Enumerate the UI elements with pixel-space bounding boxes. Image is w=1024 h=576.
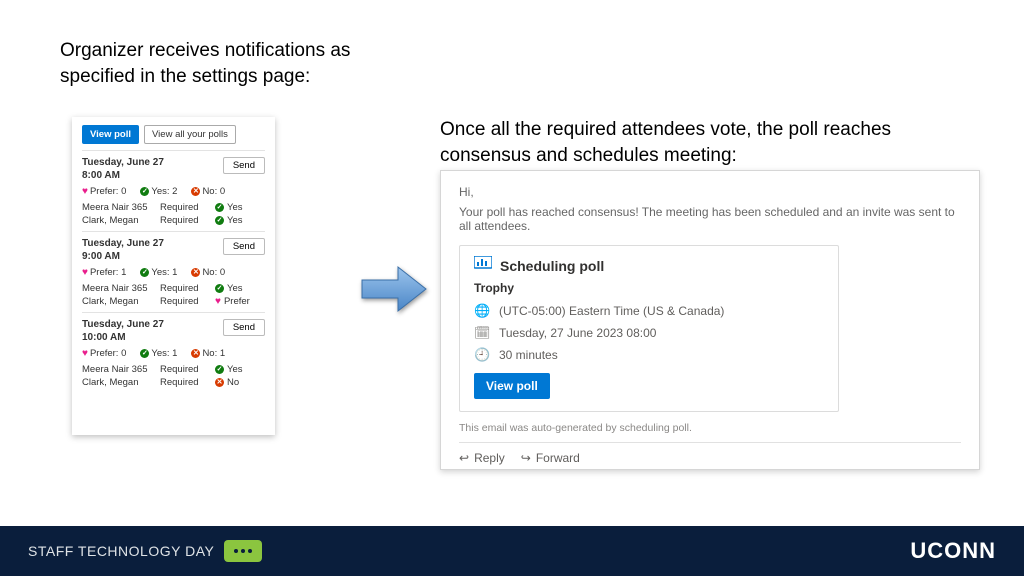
slot-datetime: Tuesday, June 278:00 AM [82,157,164,182]
brand-logo: UCONN [910,538,996,564]
attendee-row: Meera Nair 365Required✓ Yes [82,364,265,375]
view-poll-button[interactable]: View poll [82,125,139,144]
auto-generated-note: This email was auto-generated by schedul… [459,422,961,434]
notifications-panel: View poll View all your polls Tuesday, J… [72,117,275,435]
slot-datetime: Tuesday, June 279:00 AM [82,238,164,263]
slide-heading-1: Organizer receives notifications as spec… [60,38,400,89]
slide-footer: STAFF TECHNOLOGY DAY UCONN [0,526,1024,576]
poll-timezone: (UTC-05:00) Eastern Time (US & Canada) [499,304,724,318]
poll-card: Scheduling poll Trophy 🌐 (UTC-05:00) East… [459,245,839,412]
time-slot: Tuesday, June 2710:00 AM Send ♥Prefer: 0✓Y… [82,312,265,393]
vote-counts: ♥Prefer: 0✓Yes: 2✕No: 0 [82,186,265,197]
globe-icon: 🌐 [474,303,489,319]
poll-card-title: Scheduling poll [500,258,604,274]
attendee-row: Meera Nair 365Required✓ Yes [82,283,265,294]
arrow-icon [360,265,430,318]
email-message: Your poll has reached consensus! The mee… [459,205,961,233]
chat-bubble-icon [224,540,262,562]
forward-link[interactable]: ↪Forward [521,451,580,465]
clock-icon: 🕘 [474,347,489,363]
send-button[interactable]: Send [223,157,265,174]
email-greeting: Hi, [459,185,961,199]
poll-subject: Trophy [474,281,824,295]
time-slot: Tuesday, June 278:00 AM Send ♥Prefer: 0✓Ye… [82,150,265,231]
reply-link[interactable]: ↩Reply [459,451,505,465]
send-button[interactable]: Send [223,238,265,255]
attendee-row: Clark, MeganRequired✕ No [82,377,265,388]
poll-icon [474,256,492,275]
send-button[interactable]: Send [223,319,265,336]
poll-duration: 30 minutes [499,348,558,362]
reply-icon: ↩ [459,451,469,465]
time-slot: Tuesday, June 279:00 AM Send ♥Prefer: 1✓Ye… [82,231,265,312]
view-poll-button-card[interactable]: View poll [474,373,550,399]
slide-heading-2: Once all the required attendees vote, th… [440,117,970,168]
poll-datetime: Tuesday, 27 June 2023 08:00 [499,326,656,340]
calendar-icon: 🗓 [474,325,489,341]
vote-counts: ♥Prefer: 1✓Yes: 1✕No: 0 [82,267,265,278]
divider [459,442,961,443]
attendee-row: Meera Nair 365Required✓ Yes [82,202,265,213]
slot-datetime: Tuesday, June 2710:00 AM [82,319,164,344]
attendee-row: Clark, MeganRequired♥ Prefer [82,296,265,307]
footer-title: STAFF TECHNOLOGY DAY [28,543,214,559]
attendee-row: Clark, MeganRequired✓ Yes [82,215,265,226]
vote-counts: ♥Prefer: 0✓Yes: 1✕No: 1 [82,348,265,359]
view-all-polls-button[interactable]: View all your polls [144,125,236,144]
forward-icon: ↪ [521,451,531,465]
consensus-email-panel: Hi, Your poll has reached consensus! The… [440,170,980,470]
